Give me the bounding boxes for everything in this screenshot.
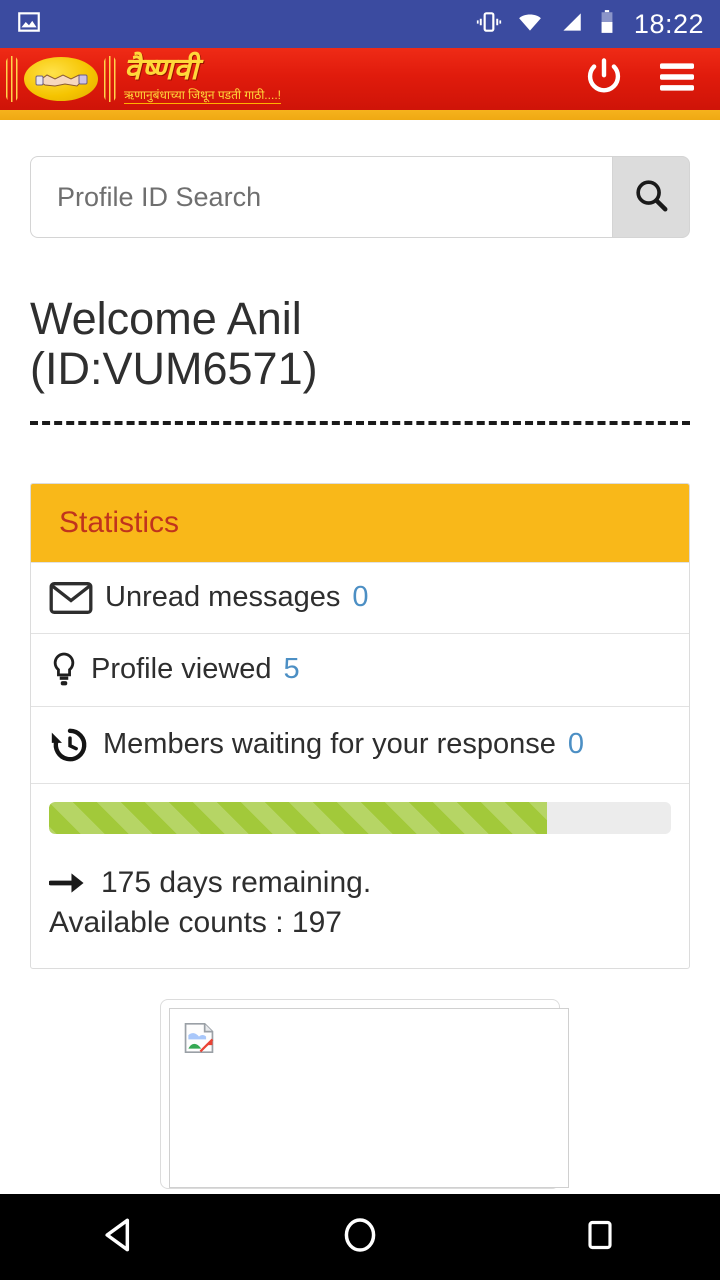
lightbulb-icon <box>49 652 79 688</box>
broken-image-placeholder-icon <box>182 1022 216 1059</box>
search-input[interactable] <box>30 156 612 238</box>
brand-logo[interactable]: वैष्णवी ऋणानुबंधाच्या जिथून पडती गाठी...… <box>4 48 281 110</box>
search-icon <box>632 176 670 219</box>
nav-back-button[interactable] <box>60 1194 180 1280</box>
history-clock-icon <box>49 725 91 765</box>
stat-value-unread-messages: 0 <box>352 581 369 614</box>
phone-screen: 18:22 वैष्णवी ऋणानुबंधाच्या जिथून पडती ग… <box>0 0 720 1280</box>
welcome-line-2: (ID:VUM6571) <box>30 343 318 395</box>
wifi-icon <box>516 9 544 40</box>
status-bar-clock: 18:22 <box>633 8 704 39</box>
stat-label-members-waiting: Members waiting for your response <box>103 728 556 761</box>
logo-left-flourish-icon <box>4 56 20 102</box>
recents-square-icon <box>580 1215 620 1260</box>
stat-row-profile-viewed[interactable]: Profile viewed 5 <box>31 632 689 706</box>
android-status-bar: 18:22 <box>0 0 720 48</box>
photo-card[interactable] <box>160 998 569 1189</box>
subscription-progress <box>31 782 689 840</box>
logo-right-flourish-icon <box>102 56 118 102</box>
available-counts-text: Available counts : 197 <box>49 905 342 939</box>
photo-frame <box>169 1007 569 1188</box>
progress-track <box>49 801 671 834</box>
section-divider <box>30 420 690 425</box>
stat-row-unread-messages[interactable]: Unread messages 0 <box>31 561 689 633</box>
statistics-card: Statistics Unread messages 0 Profile vie… <box>30 482 690 969</box>
vibrate-icon <box>476 9 502 40</box>
nav-home-button[interactable] <box>300 1194 420 1280</box>
days-remaining-text: 175 days remaining. <box>101 865 372 899</box>
stat-row-members-waiting[interactable]: Members waiting for your response 0 <box>31 705 689 783</box>
hamburger-menu-icon[interactable] <box>656 60 698 99</box>
back-triangle-icon <box>98 1213 142 1262</box>
cellular-signal-icon <box>558 9 584 40</box>
stat-value-members-waiting: 0 <box>567 728 585 761</box>
statistics-card-title: Statistics <box>31 483 689 562</box>
brand-title: वैष्णवी <box>124 52 199 86</box>
page-content: Welcome Anil (ID:VUM6571) Statistics Unr… <box>0 156 720 1189</box>
days-remaining-row: 175 days remaining. <box>31 840 689 900</box>
welcome-line-1: Welcome Anil <box>30 293 302 344</box>
battery-icon <box>598 9 616 40</box>
envelope-icon <box>49 581 93 615</box>
screenshot-image-icon <box>16 9 42 40</box>
header-accent-strip <box>0 110 720 120</box>
stat-label-profile-viewed: Profile viewed <box>91 653 272 686</box>
progress-fill <box>49 801 547 834</box>
stat-label-unread-messages: Unread messages <box>105 581 341 614</box>
android-nav-bar <box>0 1194 720 1280</box>
handshake-logo-icon <box>24 57 98 101</box>
nav-recents-button[interactable] <box>540 1194 660 1280</box>
status-bar-indicators: 18:22 <box>476 9 704 40</box>
stat-value-profile-viewed: 5 <box>283 653 300 686</box>
search-button[interactable] <box>612 156 690 238</box>
brand-tagline: ऋणानुबंधाच्या जिथून पडती गाठी....! <box>124 87 281 104</box>
arrow-right-icon <box>49 869 87 897</box>
profile-search-bar <box>30 156 690 238</box>
power-logout-button[interactable] <box>582 55 626 104</box>
status-bar-notifications <box>16 9 42 40</box>
app-header: वैष्णवी ऋणानुबंधाच्या जिथून पडती गाठी...… <box>0 48 720 110</box>
page-title: Welcome Anil (ID:VUM6571) <box>30 293 690 395</box>
home-circle-icon <box>338 1213 382 1262</box>
